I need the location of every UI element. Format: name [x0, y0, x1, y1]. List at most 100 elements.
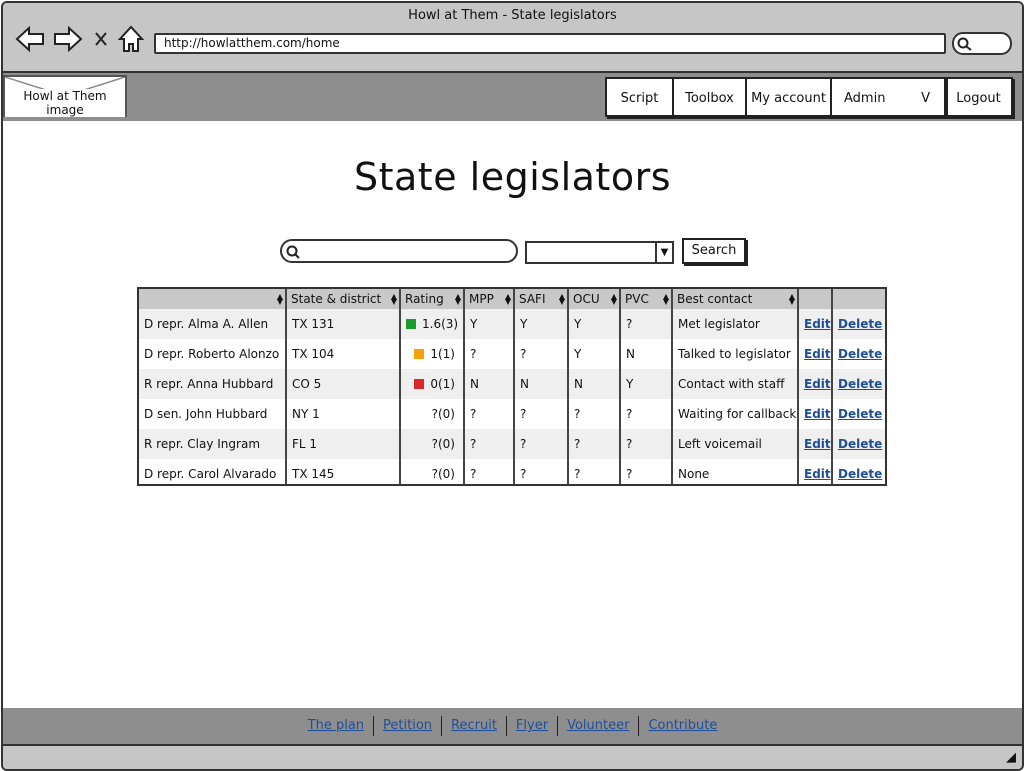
footer-link-the-plan[interactable]: The plan — [299, 718, 373, 733]
column-header-safi[interactable]: SAFI ▲ ▼ — [515, 289, 569, 309]
column-header-label: SAFI — [519, 292, 546, 306]
menu-logout-label: Logout — [956, 91, 1001, 106]
footer-link-recruit[interactable]: Recruit — [442, 718, 506, 733]
cell-rating: ?(0) — [401, 459, 463, 484]
legislators-table: ▲ ▼ State & district ▲ ▼ Rating ▲ ▼ MPP ▲ ▼ … — [137, 287, 887, 486]
table-header: ▲ ▼ State & district ▲ ▼ Rating ▲ ▼ MPP ▲ ▼ … — [139, 289, 885, 310]
cell-best-contact: Talked to legislator — [678, 347, 791, 361]
cell-district: TX 145 — [292, 467, 335, 481]
footer-link-contribute[interactable]: Contribute — [639, 718, 726, 733]
filter-select[interactable]: ▼ — [525, 241, 674, 264]
cell-delete: Delete — [833, 369, 885, 399]
cell-safi: N — [520, 377, 529, 391]
footer-link-petition[interactable]: Petition — [374, 718, 441, 733]
cell-best-contact: Left voicemail — [678, 437, 762, 451]
column-header-district[interactable]: State & district ▲ ▼ — [287, 289, 401, 309]
cell-safi: Y — [520, 317, 528, 331]
cell-district: CO 5 — [292, 377, 322, 391]
column-header-label: MPP — [469, 292, 494, 306]
forward-arrow-icon[interactable] — [53, 24, 83, 54]
cell-district: TX 104 — [292, 347, 335, 361]
cell-ocu: ? — [574, 407, 581, 421]
delete-link[interactable]: Delete — [838, 347, 882, 361]
search-input[interactable] — [280, 239, 518, 263]
column-header-ocu[interactable]: OCU ▲ ▼ — [569, 289, 621, 309]
cell-delete: Delete — [833, 429, 885, 459]
cell-ocu: ? — [574, 437, 581, 451]
cell-delete: Delete — [833, 339, 885, 369]
rating-value: 1(1) — [430, 347, 455, 361]
column-header-name[interactable]: ▲ ▼ — [139, 289, 287, 309]
cell-best-contact: Met legislator — [678, 317, 760, 331]
browser-toolbar: Howl at Them - State legislators http://… — [3, 3, 1022, 73]
dropdown-arrow-icon: ▼ — [655, 243, 672, 262]
cell-mpp: ? — [470, 407, 477, 421]
cell-mpp: Y — [470, 317, 478, 331]
cell-mpp: ? — [470, 437, 477, 451]
delete-link[interactable]: Delete — [838, 407, 882, 421]
browser-search-field[interactable] — [952, 32, 1012, 55]
column-header-rating[interactable]: Rating ▲ ▼ — [401, 289, 465, 309]
sort-icon: ▲ ▼ — [610, 292, 617, 306]
cell-best-contact: Contact with staff — [678, 377, 785, 391]
edit-link[interactable]: Edit — [804, 377, 831, 391]
cell-ocu: Y — [574, 347, 582, 361]
sort-icon: ▲ ▼ — [390, 292, 397, 306]
edit-link[interactable]: Edit — [804, 347, 831, 361]
table-row: R repr. Anna Hubbard CO 5 0(1) N N N Y Contact … — [139, 369, 885, 399]
rating-color-swatch — [414, 349, 425, 359]
cell-pvc: N — [626, 347, 635, 361]
search-button[interactable]: Search — [682, 238, 746, 264]
column-header-label: Best contact — [677, 292, 753, 306]
delete-link[interactable]: Delete — [838, 467, 882, 481]
menu-my-account-button[interactable]: My account — [745, 77, 832, 117]
cell-district: NY 1 — [292, 407, 320, 421]
footer-link-volunteer[interactable]: Volunteer — [558, 718, 638, 733]
menu-toolbox-label: Toolbox — [685, 91, 734, 106]
cell-safi: ? — [520, 407, 527, 421]
edit-link[interactable]: Edit — [804, 467, 831, 481]
menu-admin-dropdown[interactable]: Admin V — [830, 77, 946, 117]
logo-label: Howl at Them image — [5, 89, 125, 117]
menu-toolbox-button[interactable]: Toolbox — [672, 77, 747, 117]
column-header-pvc[interactable]: PVC ▲ ▼ — [621, 289, 673, 309]
edit-link[interactable]: Edit — [804, 437, 831, 451]
delete-link[interactable]: Delete — [838, 317, 882, 331]
cell-ocu: N — [574, 377, 583, 391]
cell-pvc: ? — [626, 437, 633, 451]
column-header-label: State & district — [291, 292, 382, 306]
sort-icon: ▲ ▼ — [662, 292, 669, 306]
resize-grip-icon[interactable]: ◢ — [1006, 750, 1016, 765]
sort-icon: ▲ ▼ — [558, 292, 565, 306]
column-divider — [797, 289, 799, 484]
back-arrow-icon[interactable] — [15, 24, 45, 54]
cell-best-contact: None — [678, 467, 710, 481]
delete-link[interactable]: Delete — [838, 377, 882, 391]
cell-rating: 1.6(3) — [401, 309, 463, 339]
column-divider — [399, 289, 401, 484]
table-row: D sen. John Hubbard NY 1 ?(0)???? Waiting f… — [139, 399, 885, 429]
edit-link[interactable]: Edit — [804, 407, 831, 421]
column-header-label: OCU — [573, 292, 600, 306]
close-x-icon[interactable] — [93, 24, 109, 54]
logo[interactable]: Howl at Them image — [3, 75, 127, 117]
cell-rating: ?(0) — [401, 429, 463, 459]
cell-edit: Edit — [799, 429, 831, 459]
edit-link[interactable]: Edit — [804, 317, 831, 331]
url-bar[interactable]: http://howlatthem.com/home — [154, 33, 946, 54]
column-header-best-contact[interactable]: Best contact ▲ ▼ — [673, 289, 799, 309]
cell-edit: Edit — [799, 309, 831, 339]
cell-safi: ? — [520, 467, 527, 481]
footer-link-flyer[interactable]: Flyer — [507, 718, 557, 733]
rating-color-swatch — [414, 379, 425, 389]
rating-value: 1.6(3) — [422, 317, 459, 331]
delete-link[interactable]: Delete — [838, 437, 882, 451]
cell-name: D repr. Alma A. Allen — [144, 317, 269, 331]
column-divider — [619, 289, 621, 484]
footer-nav: The plan Petition Recruit Flyer Volunteer Con… — [3, 708, 1022, 744]
menu-script-button[interactable]: Script — [605, 77, 674, 117]
home-icon[interactable] — [117, 24, 145, 54]
column-header-mpp[interactable]: MPP ▲ ▼ — [465, 289, 515, 309]
menu-logout-button[interactable]: Logout — [944, 77, 1013, 117]
app-header: Howl at Them image Script Toolbox My acc… — [3, 73, 1022, 121]
